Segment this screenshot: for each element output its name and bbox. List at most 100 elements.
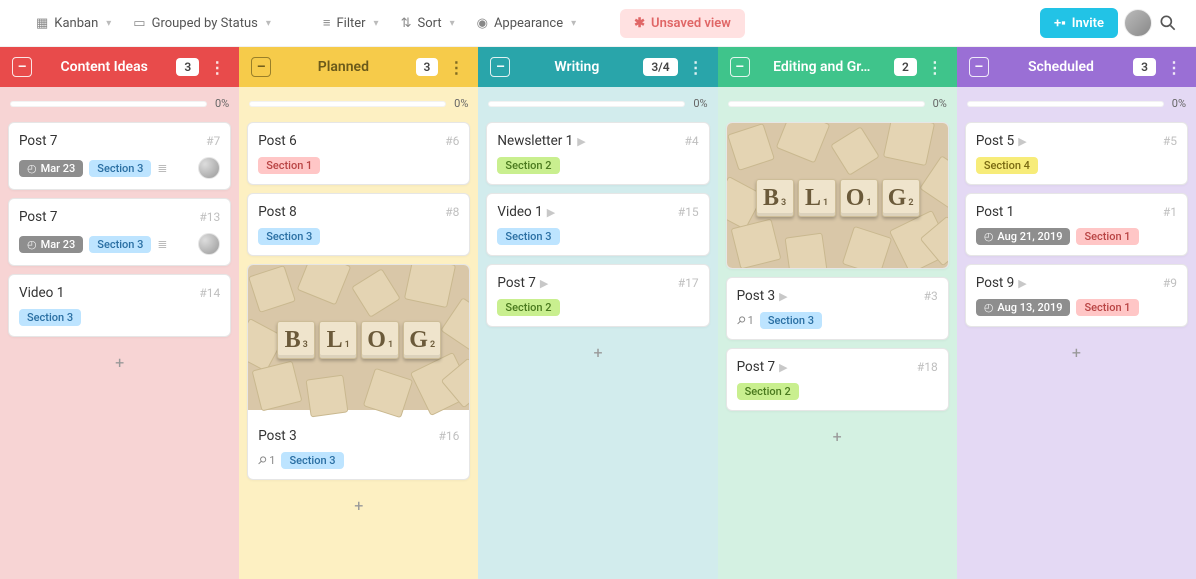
date-pill: Aug 21, 2019 <box>976 228 1071 245</box>
column-title: Writing <box>518 59 635 75</box>
column-menu-icon[interactable]: ⋮ <box>1164 58 1184 77</box>
invite-button[interactable]: +▪ Invite <box>1040 8 1118 38</box>
progress-row: 0% <box>965 95 1188 114</box>
card[interactable]: Post 7#13Mar 23Section 3≣ <box>8 198 231 266</box>
card-number: #9 <box>1163 276 1177 290</box>
card[interactable]: Post 7#7Mar 23Section 3≣ <box>8 122 231 190</box>
search-icon[interactable] <box>1158 13 1178 33</box>
column-title: Editing and Gr… <box>758 59 886 75</box>
add-card-button[interactable]: + <box>247 488 470 523</box>
column-writing: – Writing 3/4 ⋮0%Newsletter 1▶#4Section … <box>478 47 717 579</box>
group-by-button[interactable]: ▭ Grouped by Status ▾ <box>125 10 279 37</box>
tag-pill[interactable]: Section 3 <box>760 312 822 329</box>
collapse-icon[interactable]: – <box>12 57 32 77</box>
card-number: #6 <box>445 134 459 148</box>
collapse-icon[interactable]: – <box>251 57 271 77</box>
card[interactable]: Post 9▶ #9 Aug 13, 2019 Section 1 <box>965 264 1188 327</box>
tag-pill[interactable]: Section 3 <box>281 452 343 469</box>
sort-button[interactable]: ⇅ Sort ▾ <box>393 10 463 37</box>
user-avatar[interactable] <box>1124 9 1152 37</box>
card-title: Post 7 <box>19 209 57 225</box>
card[interactable]: B3L1O1G2Post 3#161Section 3 <box>247 264 470 480</box>
add-card-button[interactable]: + <box>965 335 1188 370</box>
assignee-avatar[interactable] <box>198 157 220 179</box>
tag-pill[interactable]: Section 2 <box>737 383 799 400</box>
card[interactable]: Post 7▶#18Section 2 <box>726 348 949 411</box>
collapse-icon[interactable]: – <box>969 57 989 77</box>
date-pill: Mar 23 <box>19 160 83 177</box>
column-menu-icon[interactable]: ⋮ <box>686 58 706 77</box>
progress-row: 0% <box>486 95 709 114</box>
card[interactable]: Video 1#14Section 3 <box>8 274 231 337</box>
column-menu-icon[interactable]: ⋮ <box>207 58 227 77</box>
card[interactable]: Newsletter 1▶#4Section 2 <box>486 122 709 185</box>
filter-icon: ≡ <box>323 15 331 31</box>
card-image: B3L1O1G2 <box>248 265 469 410</box>
tag-pill[interactable]: Section 2 <box>497 299 559 316</box>
tag-pill[interactable]: Section 1 <box>258 157 320 174</box>
filter-button[interactable]: ≡ Filter ▾ <box>315 9 387 37</box>
card-number: #14 <box>199 286 220 300</box>
card-image: B3L1O1G2 <box>727 123 948 268</box>
tag-pill[interactable]: Section 2 <box>497 157 559 174</box>
card[interactable]: Video 1▶#15Section 3 <box>486 193 709 256</box>
column-count: 3 <box>1133 58 1156 76</box>
filter-label: Filter <box>336 16 365 31</box>
column-count: 2 <box>894 58 917 76</box>
column-count: 3/4 <box>643 58 677 76</box>
column-menu-icon[interactable]: ⋮ <box>925 58 945 77</box>
card-number: #8 <box>445 205 459 219</box>
card[interactable]: Post 1#1Aug 21, 2019Section 1 <box>965 193 1188 256</box>
card-number: #4 <box>684 134 698 148</box>
group-icon: ▭ <box>133 16 145 31</box>
unsaved-view-button[interactable]: ✱ Unsaved view <box>620 9 745 38</box>
card[interactable]: Post 3▶#31Section 3 <box>726 277 949 340</box>
chevron-down-icon: ▾ <box>450 18 455 29</box>
play-icon: ▶ <box>1018 135 1026 148</box>
tag-pill[interactable]: Section 3 <box>258 228 320 245</box>
tag-pill[interactable]: Section 3 <box>497 228 559 245</box>
progress-percent: 0% <box>933 97 947 110</box>
progress-bar <box>728 101 925 107</box>
collapse-icon[interactable]: – <box>730 57 750 77</box>
card-title: Video 1▶ <box>497 204 555 220</box>
tag-pill[interactable]: Section 4 <box>976 157 1038 174</box>
column-header: – Scheduled 3 ⋮ <box>957 47 1196 87</box>
tag-pill[interactable]: Section 1 <box>1076 228 1138 245</box>
add-card-button[interactable]: + <box>8 345 231 380</box>
card[interactable]: Post 8 #8 Section 3 <box>247 193 470 256</box>
tag-pill[interactable]: Section 1 <box>1076 299 1138 316</box>
tag-pill[interactable]: Section 3 <box>19 309 81 326</box>
card[interactable]: Post 6#6Section 1 <box>247 122 470 185</box>
progress-bar <box>249 101 446 107</box>
column-header: – Content Ideas 3 ⋮ <box>0 47 239 87</box>
column-menu-icon[interactable]: ⋮ <box>446 58 466 77</box>
kanban-icon: ▦ <box>36 16 48 31</box>
play-icon: ▶ <box>547 206 555 219</box>
collapse-icon[interactable]: – <box>490 57 510 77</box>
appearance-button[interactable]: ◉ Appearance ▾ <box>469 10 585 37</box>
card-title: Post 8 <box>258 204 296 220</box>
column-header: – Editing and Gr… 2 ⋮ <box>718 47 957 87</box>
tag-pill[interactable]: Section 3 <box>89 236 151 253</box>
date-pill: Aug 13, 2019 <box>976 299 1071 316</box>
tag-pill[interactable]: Section 3 <box>89 160 151 177</box>
play-icon: ▶ <box>779 290 787 303</box>
card-number: #1 <box>1163 205 1177 219</box>
column-count: 3 <box>176 58 199 76</box>
view-switcher[interactable]: ▦ Kanban ▾ <box>28 10 119 37</box>
add-card-button[interactable]: + <box>486 335 709 370</box>
column-title: Scheduled <box>997 59 1125 75</box>
card[interactable]: B3L1O1G2 <box>726 122 949 269</box>
card[interactable]: Post 7▶#17Section 2 <box>486 264 709 327</box>
card-title: Post 3 <box>258 428 296 444</box>
add-card-button[interactable]: + <box>726 419 949 454</box>
progress-bar <box>488 101 685 107</box>
column-editing: – Editing and Gr… 2 ⋮0%B3L1O1G2Post 3▶#3… <box>718 47 957 579</box>
card-number: #17 <box>678 276 699 290</box>
assignee-avatar[interactable] <box>198 233 220 255</box>
card-title: Post 9▶ <box>976 275 1027 291</box>
card-number: #3 <box>924 289 938 303</box>
card[interactable]: Post 5▶#5Section 4 <box>965 122 1188 185</box>
progress-row: 0% <box>247 95 470 114</box>
